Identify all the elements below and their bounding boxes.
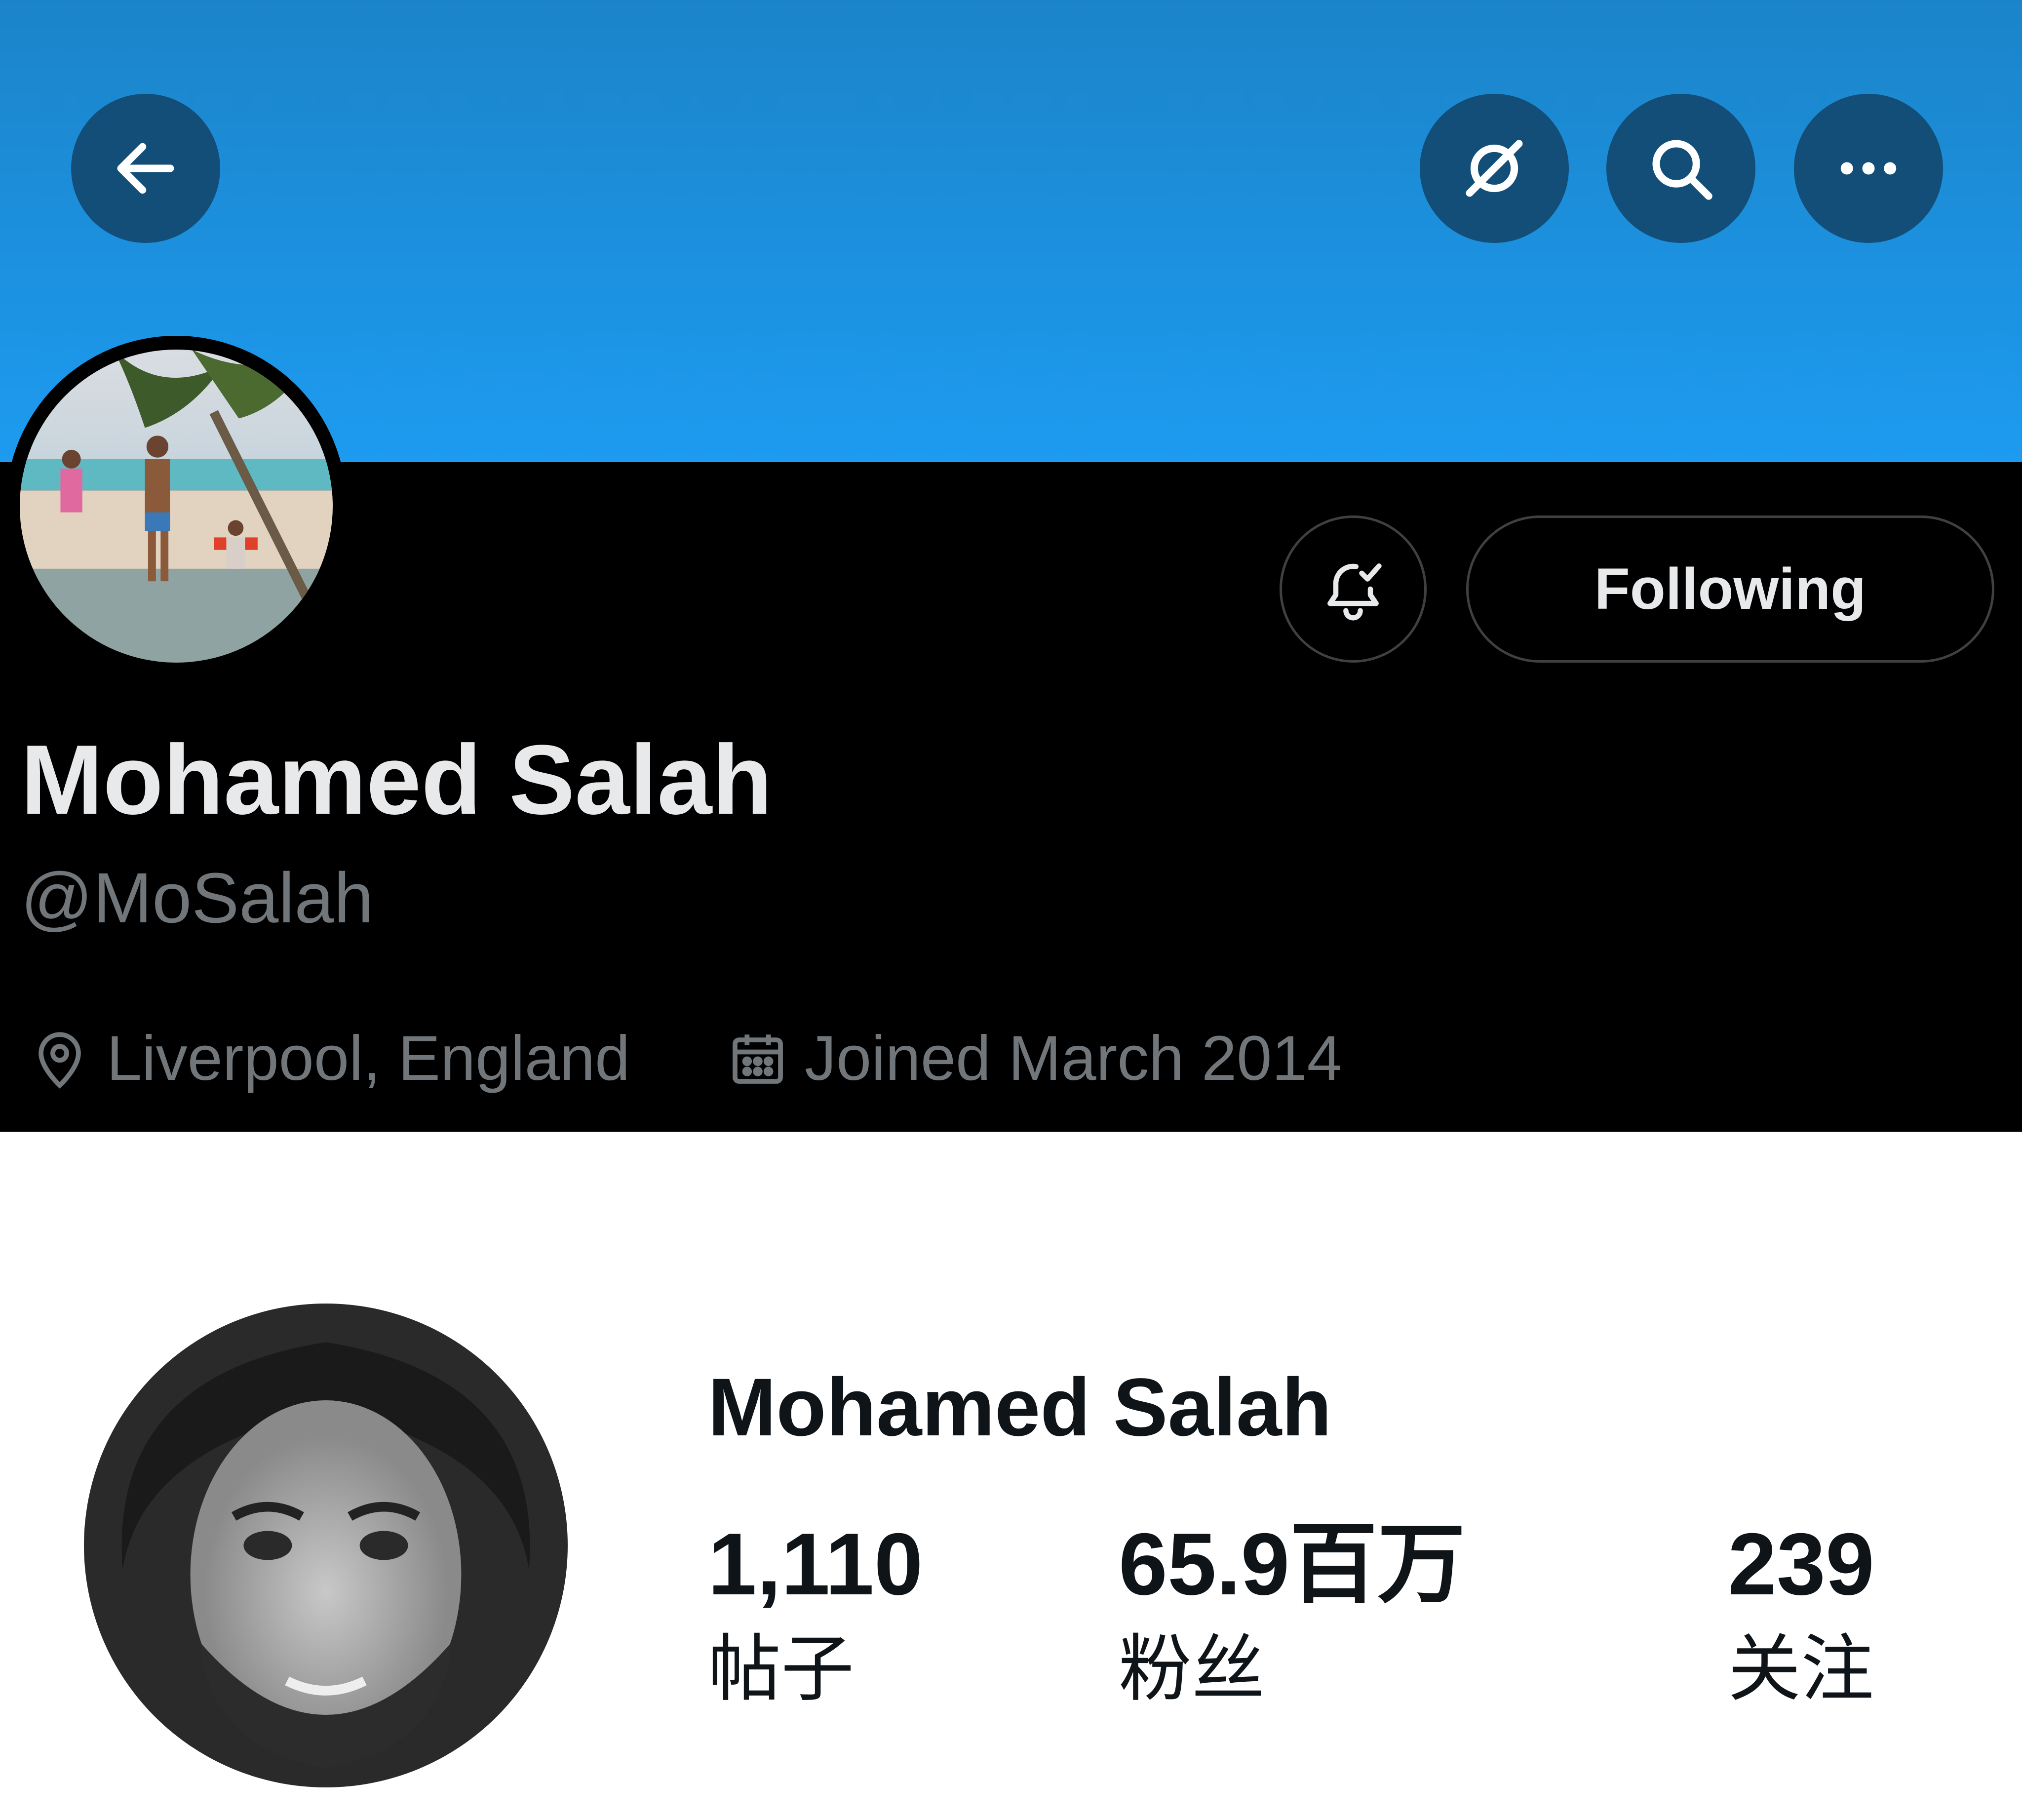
search-icon — [1652, 140, 1712, 200]
posts-label: 帖子 — [708, 1628, 854, 1710]
bell-check-icon — [1327, 563, 1382, 621]
following-button[interactable]: Following — [1466, 515, 1994, 663]
beach-family-photo — [20, 350, 333, 663]
more-icon — [1840, 162, 1897, 175]
profile-handle: @MoSalah — [21, 858, 374, 938]
grok-button[interactable] — [1420, 94, 1569, 243]
profile-location: Liverpool, England — [28, 1024, 630, 1094]
followers-label: 粉丝 — [1119, 1628, 1265, 1710]
more-options-button[interactable] — [1794, 94, 1943, 243]
posts-count: 1,110 — [708, 1515, 923, 1613]
location-text: Liverpool, England — [107, 1023, 630, 1094]
following-count: 239 — [1728, 1515, 1874, 1613]
profile-display-name: Mohamed Salah — [21, 725, 773, 835]
card-name: Mohamed Salah — [708, 1362, 1332, 1453]
following-count-label: 关注 — [1728, 1628, 1874, 1710]
following-label: Following — [1594, 556, 1866, 622]
location-pin-icon — [39, 1032, 81, 1089]
grok-icon — [1466, 140, 1523, 197]
back-arrow-icon — [117, 143, 174, 194]
notifications-button[interactable] — [1280, 515, 1427, 663]
search-button[interactable] — [1606, 94, 1755, 243]
portrait-photo — [84, 1304, 568, 1787]
joined-text: Joined March 2014 — [805, 1023, 1342, 1094]
card-portrait-photo — [84, 1304, 568, 1787]
back-button[interactable] — [71, 94, 220, 243]
profile-joined-date: Joined March 2014 — [726, 1024, 1342, 1094]
profile-avatar[interactable] — [6, 336, 347, 676]
calendar-icon — [733, 1034, 783, 1084]
followers-count: 65.9百万 — [1119, 1515, 1466, 1613]
